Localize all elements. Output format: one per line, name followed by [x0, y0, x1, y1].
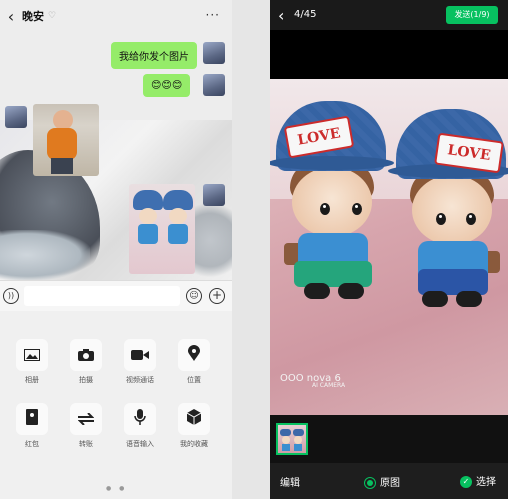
preview-photo[interactable]: LOVE LOVE OOO nova 6 AI CAMERA: [270, 79, 508, 415]
background-illustration-face: [0, 230, 90, 280]
more-icon[interactable]: ···: [206, 8, 220, 22]
divider: [232, 0, 270, 499]
voice-input-icon: [134, 409, 146, 429]
emoji-icon[interactable]: ☺: [186, 288, 202, 304]
select-toggle[interactable]: ✓ 选择: [460, 473, 496, 488]
back-icon[interactable]: ‹: [2, 7, 20, 26]
chat-screen: ‹ 晚安 ♡ ··· 我给你发个图片 😊😊😊 )) ☺ + 相册 拍摄 视频通话…: [0, 0, 232, 499]
panel-item-video-call[interactable]: 视频通话: [120, 339, 160, 385]
page-indicator: ● ●: [106, 485, 128, 492]
panel-item-album[interactable]: 相册: [12, 339, 52, 385]
voice-icon[interactable]: )): [3, 288, 19, 304]
chat-header: ‹ 晚安 ♡ ···: [0, 0, 232, 32]
check-icon: ✓: [460, 476, 472, 488]
avatar[interactable]: [203, 74, 225, 96]
doll-right: LOVE: [388, 109, 508, 319]
photo-count: 4/45: [294, 9, 317, 20]
chat-title: 晚安: [22, 10, 44, 23]
mute-icon: ♡: [48, 11, 57, 21]
message-bubble[interactable]: 我给你发个图片: [111, 42, 197, 69]
input-bar: )) ☺ +: [0, 280, 232, 311]
back-icon[interactable]: ‹: [278, 6, 284, 25]
plus-icon[interactable]: +: [209, 288, 225, 304]
panel-item-location[interactable]: 位置: [174, 339, 214, 385]
transfer-icon: [77, 410, 95, 429]
camera-icon: [78, 346, 94, 365]
selected-thumbnails: [270, 415, 508, 463]
picker-header: ‹ 4/45 发送(1/9): [270, 0, 508, 30]
panel-item-camera[interactable]: 拍摄: [66, 339, 106, 385]
panel-item-voice-input[interactable]: 语音输入: [120, 403, 160, 449]
location-icon: [188, 345, 200, 365]
doll-left: LOVE: [270, 101, 394, 311]
message-bubble[interactable]: 😊😊😊: [143, 74, 191, 97]
avatar[interactable]: [203, 184, 225, 206]
camera-watermark: OOO nova 6 AI CAMERA: [280, 373, 346, 389]
radio-icon: [364, 477, 376, 489]
picker-footer: 编辑 原图 ✓ 选择: [270, 463, 508, 499]
more-panel: 相册 拍摄 视频通话 位置 红包 转账 语音输入 我的收藏: [0, 311, 232, 499]
original-toggle[interactable]: 原图: [364, 474, 400, 489]
child-photo: [33, 104, 99, 176]
send-button[interactable]: 发送(1/9): [446, 6, 498, 24]
image-message[interactable]: [33, 104, 99, 176]
photo-picker: ‹ 4/45 发送(1/9) LOVE LOVE OOO nova 6 AI C…: [270, 0, 508, 499]
avatar[interactable]: [203, 42, 225, 64]
red-packet-icon: [26, 409, 38, 429]
panel-item-favorites[interactable]: 我的收藏: [174, 403, 214, 449]
selected-thumbnail[interactable]: [276, 423, 308, 455]
panel-item-transfer[interactable]: 转账: [66, 403, 106, 449]
favorites-icon: [186, 409, 202, 429]
edit-button[interactable]: 编辑: [280, 474, 300, 489]
image-message[interactable]: [129, 184, 195, 274]
message-input[interactable]: [24, 286, 180, 306]
video-call-icon: [131, 346, 149, 365]
panel-item-red-packet[interactable]: 红包: [12, 403, 52, 449]
avatar[interactable]: [5, 106, 27, 128]
photo-album-icon: [24, 346, 40, 365]
dolls-photo: [129, 184, 195, 274]
